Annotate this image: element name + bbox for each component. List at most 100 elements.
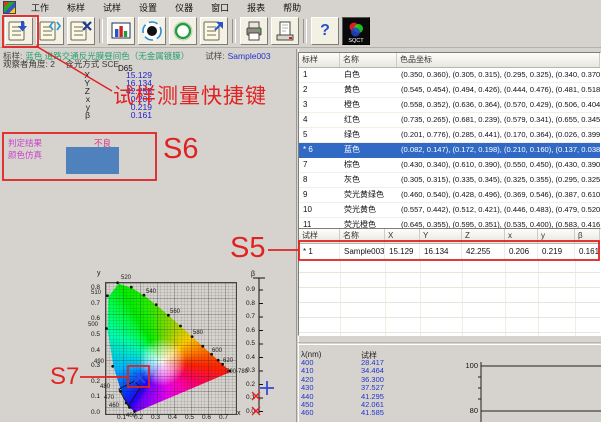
measure-sample-button[interactable] — [5, 17, 33, 45]
beta-tick: 0.6 — [240, 327, 255, 334]
standard-name: 灰色 — [340, 173, 397, 187]
menu-item[interactable]: 标样 — [58, 2, 94, 14]
delete-button[interactable] — [67, 17, 95, 45]
menu-item[interactable]: 窗口 — [202, 2, 238, 14]
column-header[interactable]: X — [385, 229, 420, 243]
sample-id: * 1 — [299, 244, 340, 259]
sample-x: 0.206 — [505, 244, 538, 259]
sample-beta: 0.161 — [575, 244, 600, 259]
sample-name: Sample003 — [228, 51, 271, 61]
column-header[interactable]: Y — [420, 229, 462, 243]
spectral-table: 400 28.417 410 34.464 420 36.300 430 37.… — [301, 359, 451, 418]
column-header[interactable]: 名称 — [340, 53, 397, 67]
standards-row[interactable]: 3 橙色 (0.558, 0.352), (0.636, 0.364), (0.… — [299, 98, 600, 113]
menu-item[interactable]: 仪器 — [166, 2, 202, 14]
beta-sample-marker — [260, 381, 274, 395]
column-header[interactable]: β — [575, 229, 600, 243]
beta-axis-ticks: 0.90.80.70.60.50.40.30.20.10.0 — [240, 286, 255, 415]
calibrate-button[interactable] — [169, 17, 197, 45]
reflectance-value: 41.585 — [361, 409, 384, 417]
standard-id: * 6 — [299, 143, 340, 157]
standards-row[interactable]: * 6 蓝色 (0.082, 0.147), (0.172, 0.198), (… — [299, 143, 600, 158]
tristimulus-value: 0.161 — [90, 111, 152, 119]
standard-coords: (0.545, 0.454), (0.494, 0.426), (0.444, … — [397, 83, 600, 97]
column-header[interactable]: 试样 — [299, 229, 340, 243]
standard-coords: (0.557, 0.442), (0.512, 0.421), (0.446, … — [397, 203, 600, 217]
standards-table-header: 标样 名称 色品坐标 — [299, 53, 600, 68]
column-header[interactable]: x — [505, 229, 538, 243]
cie-y-tick: 0.2 — [84, 378, 100, 385]
wavelength-label: 500 — [88, 322, 98, 328]
target-measure-icon — [140, 19, 164, 43]
tristimulus-label: Z — [56, 87, 90, 95]
spectral-row[interactable]: 460 41.585 — [301, 409, 451, 417]
menu-item[interactable]: 报表 — [238, 2, 274, 14]
standards-row[interactable]: 9 荧光黄绿色 (0.460, 0.540), (0.428, 0.496), … — [299, 188, 600, 203]
help-button[interactable]: ? — [311, 17, 339, 45]
toolbar-separator — [303, 19, 307, 43]
standards-row[interactable]: 2 黄色 (0.545, 0.454), (0.494, 0.426), (0.… — [299, 83, 600, 98]
sample-Y: 16.134 — [420, 244, 462, 259]
column-header[interactable]: 色品坐标 — [397, 53, 600, 67]
wavelength-label: 580 — [193, 330, 203, 336]
tristimulus-label: β — [56, 111, 90, 119]
standards-row[interactable]: 5 绿色 (0.201, 0.776), (0.285, 0.441), (0.… — [299, 128, 600, 143]
standard-id: 3 — [299, 98, 340, 112]
sample-table-empty-rows — [299, 258, 600, 336]
print-button[interactable] — [240, 17, 268, 45]
column-header[interactable]: 名称 — [340, 229, 385, 243]
toolbar-separator — [232, 19, 236, 43]
menu-item[interactable]: 工作 — [22, 2, 58, 14]
wavelength-label: 510 — [91, 290, 101, 296]
beta-tick: 0.5 — [240, 340, 255, 347]
standard-name: 蓝色 — [340, 143, 397, 157]
wavelength-label: 470 — [104, 395, 114, 401]
beta-tick: 0.4 — [240, 354, 255, 361]
export-icon — [202, 19, 226, 43]
sample-row[interactable]: * 1 Sample003 15.129 16.134 42.255 0.206… — [299, 244, 600, 259]
s7-annotation-text: S7 — [50, 363, 79, 391]
target-measure-button[interactable] — [138, 17, 166, 45]
compare-button[interactable] — [36, 17, 64, 45]
column-header[interactable]: y — [538, 229, 575, 243]
cie-x-tick: 0.3 — [149, 414, 162, 421]
standards-row[interactable]: 4 红色 (0.735, 0.265), (0.681, 0.239), (0.… — [299, 113, 600, 128]
beta-tick: 0.2 — [240, 381, 255, 388]
standard-name: 白色 — [340, 68, 397, 82]
judge-result-label: 判定结果 — [8, 137, 42, 149]
print-preview-icon — [273, 19, 297, 43]
compare-icon — [38, 19, 62, 43]
observer-angle: 观察者角度: 2 — [3, 59, 55, 69]
standards-row[interactable]: 7 棕色 (0.430, 0.340), (0.610, 0.390), (0.… — [299, 158, 600, 173]
column-header[interactable]: Z — [462, 229, 505, 243]
standard-name: 红色 — [340, 113, 397, 127]
wavelength-label: 400 — [126, 413, 136, 419]
beta-tick: 0.8 — [240, 300, 255, 307]
print-preview-button[interactable] — [271, 17, 299, 45]
menu-item[interactable]: 帮助 — [274, 2, 310, 14]
export-button[interactable] — [200, 17, 228, 45]
column-header[interactable]: 标样 — [299, 53, 340, 67]
beta-tick: 0.3 — [240, 367, 255, 374]
sqct-button[interactable]: SQCT — [342, 17, 370, 45]
app-icon — [3, 1, 16, 14]
spectral-chart-y-tick: 100 — [452, 361, 478, 370]
sample-table: 试样 名称 X Y Z x y β * 1 Sample003 15.129 1… — [298, 228, 601, 336]
standard-coords: (0.460, 0.540), (0.428, 0.496), (0.369, … — [397, 188, 600, 202]
beta-tick: 0.9 — [240, 286, 255, 293]
chart-button[interactable] — [107, 17, 135, 45]
help-icon: ? — [320, 22, 330, 40]
standards-row[interactable]: 10 荧光黄色 (0.557, 0.442), (0.512, 0.421), … — [299, 203, 600, 218]
color-simulation-swatch — [66, 147, 119, 174]
cie-x-tick: 0.6 — [200, 414, 213, 421]
cie-y-tick: 0.1 — [84, 393, 100, 400]
color-simulation-label: 颜色仿真 — [8, 149, 42, 161]
menu-item[interactable]: 设置 — [130, 2, 166, 14]
cie-y-tick: 0.5 — [84, 331, 100, 338]
cie-y-axis-label: y — [97, 270, 101, 277]
tristimulus-row: β 0.161 — [56, 111, 152, 119]
standards-row[interactable]: 8 灰色 (0.305, 0.315), (0.335, 0.345), (0.… — [299, 173, 600, 188]
standards-row[interactable]: 1 白色 (0.350, 0.360), (0.305, 0.315), (0.… — [299, 68, 600, 83]
cie-x-tick: 0.7 — [217, 414, 230, 421]
menu-item[interactable]: 试样 — [94, 2, 130, 14]
